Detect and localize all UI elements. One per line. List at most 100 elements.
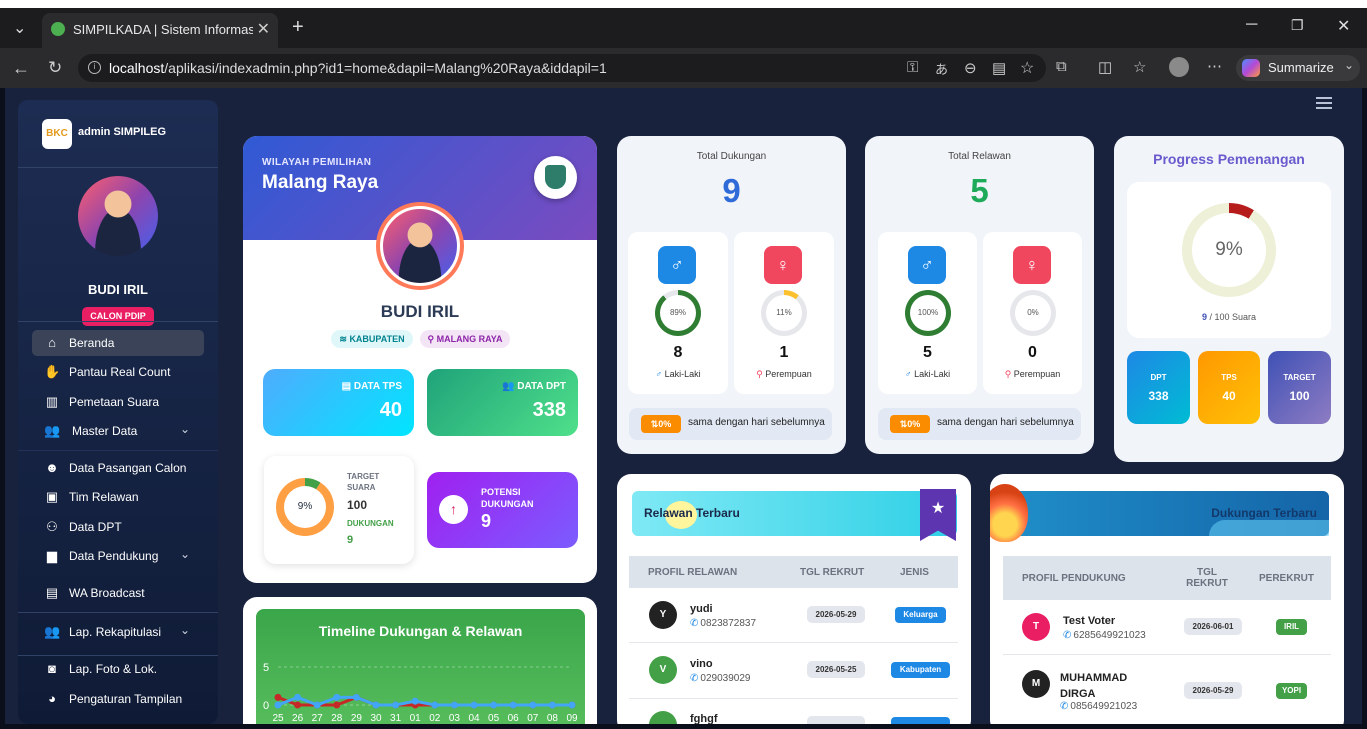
key-icon[interactable]: ⚿ bbox=[907, 59, 918, 76]
reader-icon[interactable]: ▤ bbox=[992, 59, 1006, 77]
back-icon[interactable]: ← bbox=[12, 58, 30, 79]
more-menu-icon[interactable]: ⋯ bbox=[1207, 57, 1222, 75]
extensions-icon[interactable]: ⧉ bbox=[1056, 58, 1067, 75]
sidebar-item-pemetaan[interactable]: ▥ Pemetaan Suara bbox=[32, 389, 204, 415]
summarize-chevron-icon[interactable]: ⌄ bbox=[1344, 58, 1354, 72]
relawan-terbaru-card: Relawan Terbaru ★ PROFIL RELAWAN TGL REK… bbox=[617, 474, 971, 724]
data-point bbox=[450, 701, 458, 709]
target-card: 9% TARGET SUARA 100 DUKUNGAN 9 bbox=[264, 456, 414, 564]
sidebar-title: admin SIMPILEG bbox=[78, 126, 167, 138]
x-tick-label: 07 bbox=[527, 713, 539, 724]
chart-title: Timeline Dukungan & Relawan bbox=[318, 623, 523, 639]
group-icon: 👥 bbox=[502, 381, 518, 392]
sidebar-item-master-data[interactable]: 👥 Master Data ⌄ bbox=[32, 418, 204, 444]
male-label: ♂ Laki-Laki bbox=[904, 369, 951, 379]
female-count: 0 bbox=[1028, 344, 1037, 361]
female-count: 1 bbox=[779, 344, 789, 361]
sidebar-item-paslon[interactable]: ☻ Data Pasangan Calon bbox=[32, 455, 204, 481]
browser-tab[interactable]: SIMPILKADA | Sistem Informasi Ma ✕ bbox=[42, 13, 278, 48]
tile-tps[interactable]: TPS 40 bbox=[1198, 351, 1260, 424]
url-field[interactable]: i localhost/aplikasi/indexadmin.php?id1=… bbox=[78, 54, 1046, 82]
data-tps-card[interactable]: ▤ DATA TPS 40 bbox=[263, 369, 414, 436]
total-relawan-card: Total Relawan 5 ♂ 100% 5 ♂ Laki-Laki ♀ 0… bbox=[865, 136, 1094, 454]
male-ring: 100% bbox=[905, 290, 951, 336]
refresh-icon[interactable]: ↻ bbox=[48, 58, 62, 78]
sidebar-item-foto-lok[interactable]: ◙ Lap. Foto & Lok. bbox=[32, 656, 204, 682]
close-tab-icon[interactable]: ✕ bbox=[257, 19, 270, 39]
data-point bbox=[352, 693, 360, 701]
restore-icon[interactable]: ❐ bbox=[1291, 17, 1304, 34]
timeline-chart: 5 025 26 27 28 29 30 31 01 02 03 04 05 06 07 08 09 bbox=[263, 662, 578, 724]
data-point bbox=[470, 701, 478, 709]
male-icon: ♂ bbox=[908, 246, 946, 284]
tile-target[interactable]: TARGET 100 bbox=[1268, 351, 1331, 424]
recruiter-badge: IRIL bbox=[1276, 619, 1307, 635]
relawan-male-card: ♂ 100% 5 ♂ Laki-Laki bbox=[878, 232, 977, 394]
site-info-icon[interactable]: i bbox=[88, 61, 101, 74]
profile-avatar[interactable] bbox=[1169, 57, 1189, 77]
hamburger-menu-icon[interactable] bbox=[1316, 97, 1332, 109]
relawan-female-card: ♀ 0% 0 ⚲ Perempuan bbox=[983, 232, 1082, 394]
favorite-star-icon[interactable]: ☆ bbox=[1020, 58, 1034, 78]
zoom-icon[interactable]: ⊖ bbox=[964, 59, 977, 77]
data-point bbox=[274, 693, 282, 701]
timeline-card: Timeline Dukungan & Relawan 5 0 25 26 27 28 29… bbox=[243, 597, 597, 724]
target-value: 100 bbox=[347, 498, 368, 512]
y-tick-label: 0 bbox=[263, 700, 269, 712]
sidebar-item-wa-broadcast[interactable]: ▤ WA Broadcast bbox=[32, 580, 204, 606]
store-icon: ▤ bbox=[341, 381, 354, 392]
data-point bbox=[568, 701, 576, 709]
male-ring: 89% bbox=[655, 290, 701, 336]
candidate-photo bbox=[376, 202, 464, 290]
new-tab-icon[interactable]: + bbox=[292, 16, 304, 39]
female-label: ⚲ Perempuan bbox=[756, 369, 812, 379]
col-profil: PROFIL RELAWAN bbox=[648, 567, 738, 578]
tile-dpt[interactable]: DPT 338 bbox=[1127, 351, 1190, 424]
x-tick-label: 27 bbox=[312, 713, 324, 724]
x-tick-label: 26 bbox=[292, 713, 304, 724]
dukungan-label: DUKUNGAN bbox=[347, 519, 394, 528]
arrow-up-icon: ↑ bbox=[439, 495, 468, 524]
minimize-icon[interactable]: ─ bbox=[1246, 16, 1257, 34]
y-tick-label: 5 bbox=[263, 662, 269, 674]
divider bbox=[18, 321, 218, 322]
candidate-name: BUDI IRIL bbox=[380, 302, 460, 321]
sidebar-item-rekapitulasi[interactable]: 👥 Lap. Rekapitulasi ⌄ bbox=[32, 619, 204, 645]
x-tick-label: 29 bbox=[351, 713, 363, 724]
data-dpt-card[interactable]: 👥 DATA DPT 338 bbox=[427, 369, 578, 436]
window-close-icon[interactable]: ✕ bbox=[1337, 16, 1350, 36]
performance-icon[interactable]: ◫ bbox=[1098, 58, 1112, 76]
potensi-card[interactable]: ↑ POTENSI DUKUNGAN 9 bbox=[427, 472, 578, 548]
sidebar-item-pengaturan[interactable]: ◕ Pengaturan Tampilan bbox=[32, 686, 204, 712]
summarize-button[interactable]: Summarize bbox=[1236, 55, 1360, 81]
smile-icon: ☻ bbox=[45, 460, 59, 475]
x-tick-label: 06 bbox=[508, 713, 520, 724]
x-tick-label: 09 bbox=[566, 713, 578, 724]
sidebar-item-relawan[interactable]: ▣ Tim Relawan bbox=[32, 484, 204, 510]
data-point bbox=[490, 701, 498, 709]
favorites-icon[interactable]: ☆ bbox=[1133, 58, 1146, 76]
male-label: ♂ Laki-Laki bbox=[655, 369, 701, 379]
target-label: TARGET SUARA bbox=[347, 472, 380, 492]
brand-logo: BKC bbox=[42, 119, 72, 149]
col-perekrut: PEREKRUT bbox=[1259, 573, 1315, 584]
x-tick-label: 28 bbox=[331, 713, 343, 724]
tab-list-icon[interactable]: ⌄ bbox=[13, 18, 26, 38]
timeline-chart-bg: Timeline Dukungan & Relawan 5 0 25 26 27 28 29… bbox=[256, 609, 585, 724]
sidebar-item-dpt[interactable]: ⚇ Data DPT bbox=[32, 514, 204, 540]
data-point bbox=[392, 701, 400, 709]
dukungan-value: 9 bbox=[347, 534, 354, 546]
sidebar-item-pantau[interactable]: ✋ Pantau Real Count bbox=[32, 359, 204, 385]
sidebar-item-beranda[interactable]: ⌂ Beranda bbox=[32, 330, 204, 356]
layers-icon: ≋ bbox=[339, 334, 350, 344]
translate-icon[interactable]: あ bbox=[935, 59, 948, 78]
phone-icon: ✆ bbox=[690, 618, 699, 629]
progress-ring: 9% bbox=[1182, 203, 1276, 297]
palette-icon: ◕ bbox=[48, 691, 56, 706]
female-ring: 11% bbox=[761, 290, 807, 336]
data-point bbox=[529, 701, 537, 709]
relawan-table-title: Relawan Terbaru bbox=[644, 506, 740, 520]
url-path: /aplikasi/indexadmin.php?id1=home&dapil=… bbox=[164, 60, 607, 76]
sidebar-item-pendukung[interactable]: ▆ Data Pendukung ⌄ bbox=[32, 543, 204, 569]
type-badge: Keluarga bbox=[895, 607, 946, 623]
